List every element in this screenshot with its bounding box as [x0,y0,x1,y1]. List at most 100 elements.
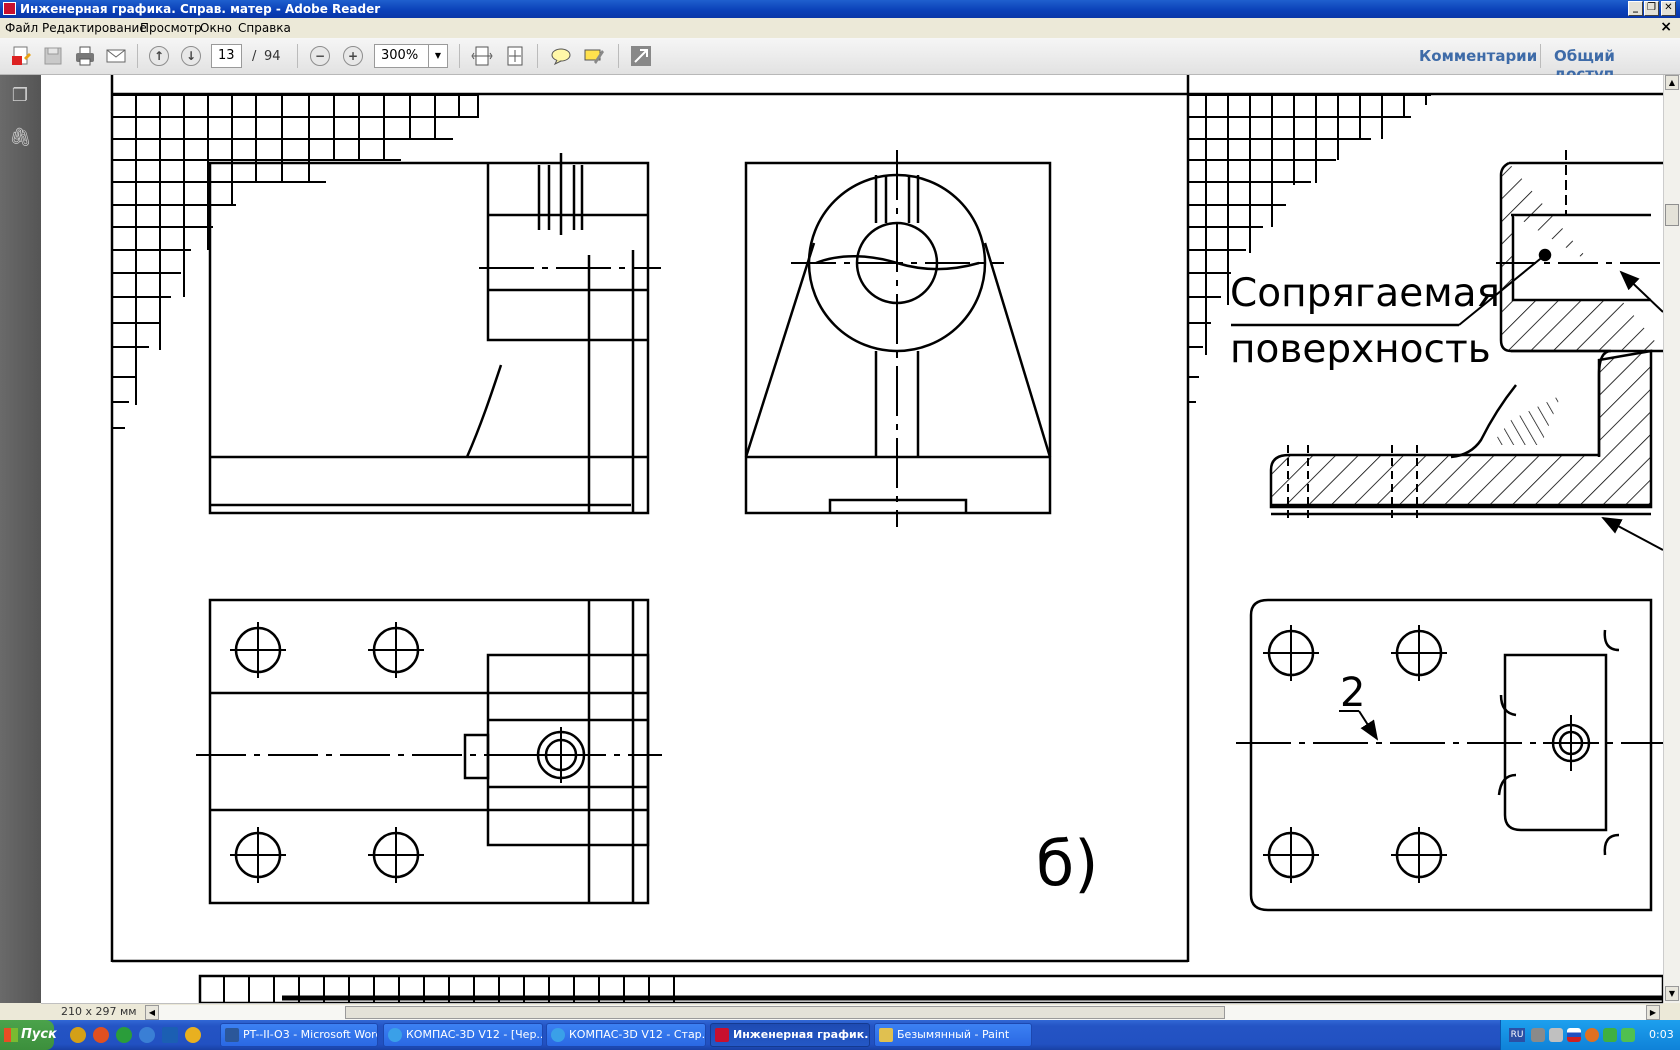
page-separator: / [252,49,257,64]
quicklaunch-desktop-icon[interactable] [162,1027,178,1043]
horizontal-scrollbar[interactable]: ◀ ▶ [145,1005,1660,1020]
task-adobe-reader[interactable]: Инженерная график... [710,1023,870,1047]
word-icon [225,1028,239,1042]
zoom-in-button[interactable]: + [343,46,363,66]
attachments-panel-button[interactable]: 🖇 [9,127,32,149]
print-icon [76,46,94,66]
tray-app-icon[interactable] [1549,1028,1563,1042]
paperclip-icon: 🖇 [9,127,32,148]
menu-view[interactable]: Просмотр [140,21,202,35]
print-button[interactable] [73,44,97,68]
quicklaunch-app-icon[interactable] [70,1027,86,1043]
adobe-reader-icon [715,1028,729,1042]
email-icon [106,49,126,63]
highlight-button[interactable] [582,44,606,68]
chevron-down-icon: ▼ [434,51,442,60]
add-comment-button[interactable] [549,44,573,68]
close-button[interactable]: ✕ [1661,1,1676,16]
kompas-icon [388,1028,402,1042]
scroll-left-button[interactable]: ◀ [145,1005,159,1020]
comment-bubble-icon [551,48,571,66]
task-label: КОМПАС-3D V12 - [Чер... [406,1028,543,1041]
scroll-up-button[interactable]: ▲ [1665,75,1679,90]
arrow-up-icon: ↑ [153,49,165,63]
create-pdf-icon [12,46,31,65]
minus-icon: − [314,49,326,63]
vertical-scrollbar[interactable]: ▲ ▼ [1663,75,1680,1003]
menu-help[interactable]: Справка [238,21,291,35]
scroll-down-button[interactable]: ▼ [1665,986,1679,1001]
toolbar-separator [618,44,619,68]
create-pdf-button[interactable] [9,44,33,68]
document-close-button[interactable]: × [1660,19,1672,35]
page-total: 94 [264,49,281,64]
arrow-down-icon: ▼ [1668,989,1676,998]
taskbar: Пуск PT--II-O3 - Microsoft Word КОМПАС-3… [0,1020,1680,1050]
start-label: Пуск [21,1027,57,1042]
quicklaunch-ie-icon[interactable] [139,1027,155,1043]
quicklaunch-chrome-icon[interactable] [185,1027,201,1043]
tray-green-icon[interactable] [1603,1028,1617,1042]
fit-width-button[interactable] [470,44,494,68]
fit-width-icon [471,46,493,66]
language-indicator[interactable]: RU [1509,1028,1525,1042]
tray-nvidia-icon[interactable] [1621,1028,1635,1042]
technical-drawing: Сопрягаемая поверхность 2 б) [110,75,1663,1003]
vertical-scroll-thumb[interactable] [1665,204,1679,226]
navigation-panel: ❐ 🖇 [0,75,41,1003]
quicklaunch-browser-icon[interactable] [93,1027,109,1043]
scroll-right-button[interactable]: ▶ [1646,1005,1660,1020]
title-bar: Инженерная графика. Справ. матер - Adobe… [0,0,1680,18]
previous-page-button[interactable]: ↑ [149,46,169,66]
flag-icon[interactable] [1567,1028,1581,1042]
arrow-right-icon: ▶ [1649,1008,1657,1017]
status-bar: 210 x 297 мм ◀ ▶ [41,1003,1663,1020]
dimension-label: 2 [1340,670,1365,716]
task-word[interactable]: PT--II-O3 - Microsoft Word [220,1023,378,1047]
plus-icon: + [347,49,359,63]
task-kompas-1[interactable]: КОМПАС-3D V12 - [Чер... [383,1023,543,1047]
zoom-out-button[interactable]: − [310,46,330,66]
toolbar-separator [537,44,538,68]
highlight-pen-icon [584,49,604,64]
fit-page-icon [507,46,523,66]
menu-edit[interactable]: Редактирование [42,21,147,35]
fit-page-button[interactable] [503,44,527,68]
email-button[interactable] [104,44,128,68]
menu-bar: Файл Редактирование Просмотр Окно Справк… [0,18,1680,38]
restore-button[interactable]: ❐ [1644,1,1659,16]
menu-window[interactable]: Окно [200,21,232,35]
menu-file[interactable]: Файл [5,21,38,35]
task-kompas-2[interactable]: КОМПАС-3D V12 - Стар... [546,1023,706,1047]
paint-icon [879,1028,893,1042]
tray-orange-icon[interactable] [1585,1028,1599,1042]
system-tray: RU 0:03 [1500,1020,1680,1050]
scrollbar-corner [1663,1003,1680,1020]
zoom-dropdown-button[interactable]: ▼ [428,44,448,68]
zoom-input[interactable]: 300% [374,44,430,68]
quicklaunch-utorrent-icon[interactable] [116,1027,132,1043]
document-view[interactable]: Сопрягаемая поверхность 2 б) [41,75,1663,1003]
expand-button[interactable] [629,44,653,68]
mating-surface-label-line2: поверхность [1230,327,1491,372]
network-icon[interactable] [1531,1028,1545,1042]
mating-surface-label-line1: Сопрягаемая [1230,271,1500,316]
variant-label: б) [1036,827,1098,900]
next-page-button[interactable]: ↓ [181,46,201,66]
windows-flag-icon [4,1028,18,1042]
arrow-up-icon: ▲ [1668,78,1676,87]
minimize-button[interactable]: _ [1628,1,1643,16]
save-icon [44,47,62,65]
toolbar-separator [459,44,460,68]
kompas-icon [551,1028,565,1042]
start-button[interactable]: Пуск [0,1020,57,1050]
task-label: КОМПАС-3D V12 - Стар... [569,1028,706,1041]
pages-panel-button[interactable]: ❐ [9,85,31,107]
page-size-label: 210 x 297 мм [61,1005,137,1018]
expand-icon [631,46,651,66]
horizontal-scroll-thumb[interactable] [345,1006,1225,1019]
task-paint[interactable]: Безымянный - Paint [874,1023,1032,1047]
comments-link[interactable]: Комментарии [1419,47,1537,65]
save-button[interactable] [41,44,65,68]
page-number-input[interactable]: 13 [211,44,242,68]
